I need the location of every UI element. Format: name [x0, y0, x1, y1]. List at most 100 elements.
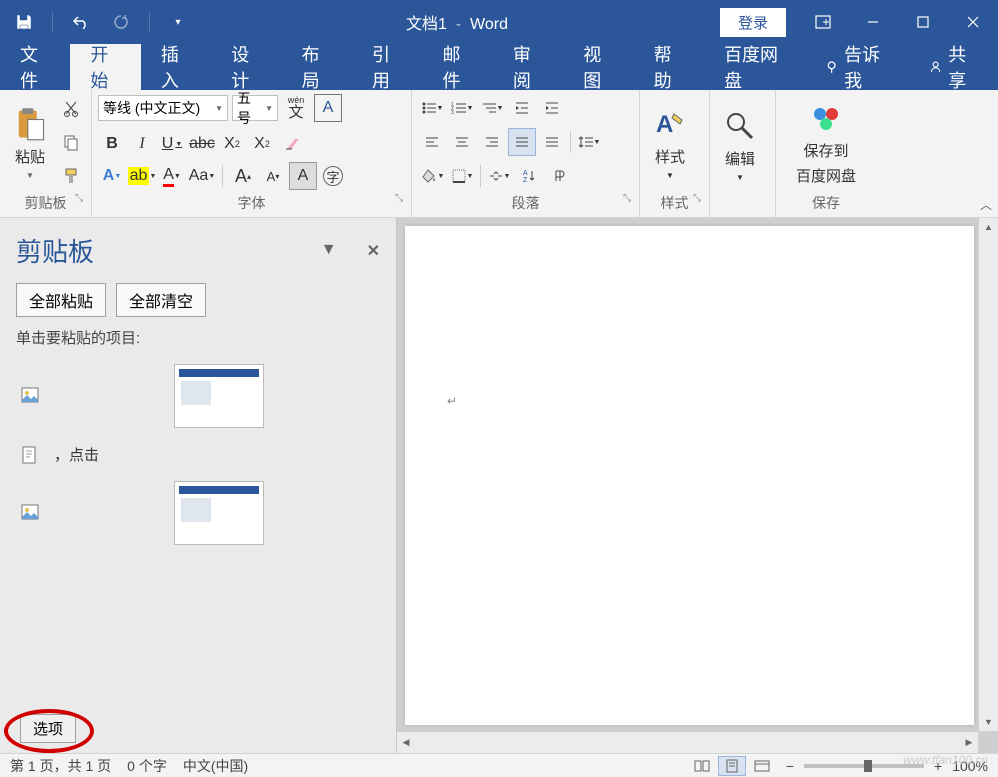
zoom-slider[interactable]: [804, 764, 924, 768]
tab-layout[interactable]: 布局: [282, 44, 352, 90]
highlight-button[interactable]: ab▼: [128, 162, 156, 190]
styles-button[interactable]: A 样式▼: [646, 94, 694, 191]
line-spacing-button[interactable]: ▼: [575, 128, 603, 156]
clear-format-icon[interactable]: [278, 130, 306, 158]
distributed-button[interactable]: [538, 128, 566, 156]
vertical-scrollbar[interactable]: ▲ ▼: [978, 218, 998, 731]
align-left-button[interactable]: [418, 128, 446, 156]
multilevel-list-button[interactable]: ▼: [478, 94, 506, 122]
redo-icon[interactable]: [105, 6, 137, 38]
zoom-in-icon[interactable]: +: [934, 758, 942, 774]
zoom-out-icon[interactable]: −: [786, 758, 794, 774]
sort-button[interactable]: AZ: [515, 162, 543, 190]
group-label-clipboard: 剪贴板⤡: [6, 191, 85, 215]
collapse-ribbon-icon[interactable]: ︿: [980, 196, 992, 213]
shading-button[interactable]: ▼: [418, 162, 446, 190]
read-mode-icon[interactable]: [688, 756, 716, 776]
minimize-icon[interactable]: [848, 0, 898, 44]
tab-mail[interactable]: 邮件: [422, 44, 492, 90]
shrink-font-button[interactable]: A▾: [259, 162, 287, 190]
window-title: 文档1 - Word: [194, 10, 720, 34]
clip-item[interactable]: [16, 473, 380, 553]
phonetic-guide-icon[interactable]: wén文: [282, 94, 310, 122]
pane-close-icon[interactable]: ✕: [367, 241, 380, 261]
enclose-char-icon[interactable]: 字: [319, 162, 347, 190]
tab-baidu[interactable]: 百度网盘: [704, 44, 805, 90]
clip-item[interactable]: [16, 356, 380, 436]
ribbon-display-icon[interactable]: [798, 0, 848, 44]
paragraph-launcher-icon[interactable]: ⤡: [623, 193, 631, 204]
superscript-button[interactable]: X2: [248, 130, 276, 158]
show-marks-button[interactable]: [545, 162, 573, 190]
web-layout-icon[interactable]: [748, 756, 776, 776]
tab-references[interactable]: 引用: [352, 44, 422, 90]
word-count[interactable]: 0 个字: [127, 756, 167, 776]
font-name-select[interactable]: 等线 (中文正文)▼: [98, 95, 228, 121]
options-button[interactable]: 选项: [20, 714, 76, 743]
paste-all-button[interactable]: 全部粘贴: [16, 283, 106, 317]
tab-home[interactable]: 开始: [70, 44, 140, 90]
page-status[interactable]: 第 1 页，共 1 页: [10, 756, 111, 776]
borders-button[interactable]: ▼: [448, 162, 476, 190]
clip-item[interactable]: ，点击: [16, 436, 380, 473]
save-icon[interactable]: [8, 6, 40, 38]
separator: [52, 12, 53, 32]
subscript-button[interactable]: X2: [218, 130, 246, 158]
undo-icon[interactable]: [65, 6, 97, 38]
bold-button[interactable]: B: [98, 130, 126, 158]
login-button[interactable]: 登录: [720, 8, 786, 37]
copy-icon[interactable]: [58, 129, 84, 155]
clipboard-pane: 剪贴板 ▼ ✕ 全部粘贴 全部清空 单击要粘贴的项目: ，点击 选项: [0, 218, 397, 753]
scroll-down-icon[interactable]: ▼: [979, 713, 998, 731]
zoom-level[interactable]: 100%: [952, 758, 988, 774]
qat-dropdown-icon[interactable]: ▾: [162, 6, 194, 38]
paste-button[interactable]: 粘贴 ▼: [6, 94, 54, 191]
char-shading-icon[interactable]: A: [289, 162, 317, 190]
print-layout-icon[interactable]: [718, 756, 746, 776]
font-color-button[interactable]: A▼: [158, 162, 186, 190]
tab-help[interactable]: 帮助: [634, 44, 704, 90]
image-clip-icon: [20, 386, 40, 406]
document-area[interactable]: ↵ ▲ ▼ ◀ ▶: [397, 218, 998, 753]
align-right-button[interactable]: [478, 128, 506, 156]
horizontal-scrollbar[interactable]: ◀ ▶: [397, 731, 978, 753]
justify-button[interactable]: [508, 128, 536, 156]
editing-button[interactable]: 编辑▼: [716, 94, 764, 195]
scroll-up-icon[interactable]: ▲: [979, 218, 998, 236]
char-border-icon[interactable]: A: [314, 94, 342, 122]
maximize-icon[interactable]: [898, 0, 948, 44]
tab-design[interactable]: 设计: [211, 44, 281, 90]
numbering-button[interactable]: 123▼: [448, 94, 476, 122]
cut-icon[interactable]: [58, 96, 84, 122]
strikethrough-button[interactable]: abc: [188, 130, 216, 158]
underline-button[interactable]: U▼: [158, 130, 186, 158]
tell-me-button[interactable]: 告诉我: [805, 44, 909, 90]
format-painter-icon[interactable]: [58, 163, 84, 189]
scroll-right-icon[interactable]: ▶: [960, 732, 978, 753]
tab-file[interactable]: 文件: [0, 44, 70, 90]
tab-insert[interactable]: 插入: [141, 44, 211, 90]
clear-all-button[interactable]: 全部清空: [116, 283, 206, 317]
share-button[interactable]: 共享: [909, 44, 998, 90]
baidu-save-button[interactable]: 保存到 百度网盘: [782, 94, 870, 191]
grow-font-button[interactable]: A▴: [229, 162, 257, 190]
italic-button[interactable]: I: [128, 130, 156, 158]
tab-view[interactable]: 视图: [563, 44, 633, 90]
scroll-left-icon[interactable]: ◀: [397, 732, 415, 753]
tab-review[interactable]: 审阅: [493, 44, 563, 90]
change-case-button[interactable]: Aa▼: [188, 162, 216, 190]
increase-indent-button[interactable]: [538, 94, 566, 122]
clipboard-launcher-icon[interactable]: ⤡: [75, 193, 83, 204]
language-status[interactable]: 中文(中国): [183, 756, 248, 776]
font-size-select[interactable]: 五号▼: [232, 95, 278, 121]
decrease-indent-button[interactable]: [508, 94, 536, 122]
text-effects-button[interactable]: A▼: [98, 162, 126, 190]
align-center-button[interactable]: [448, 128, 476, 156]
font-launcher-icon[interactable]: ⤡: [395, 193, 403, 204]
pane-dropdown-icon[interactable]: ▼: [321, 241, 337, 261]
document-page[interactable]: ↵: [405, 226, 974, 725]
close-icon[interactable]: [948, 0, 998, 44]
bullets-button[interactable]: ▼: [418, 94, 446, 122]
styles-launcher-icon[interactable]: ⤡: [693, 193, 701, 204]
asian-justify-button[interactable]: ▼: [485, 162, 513, 190]
